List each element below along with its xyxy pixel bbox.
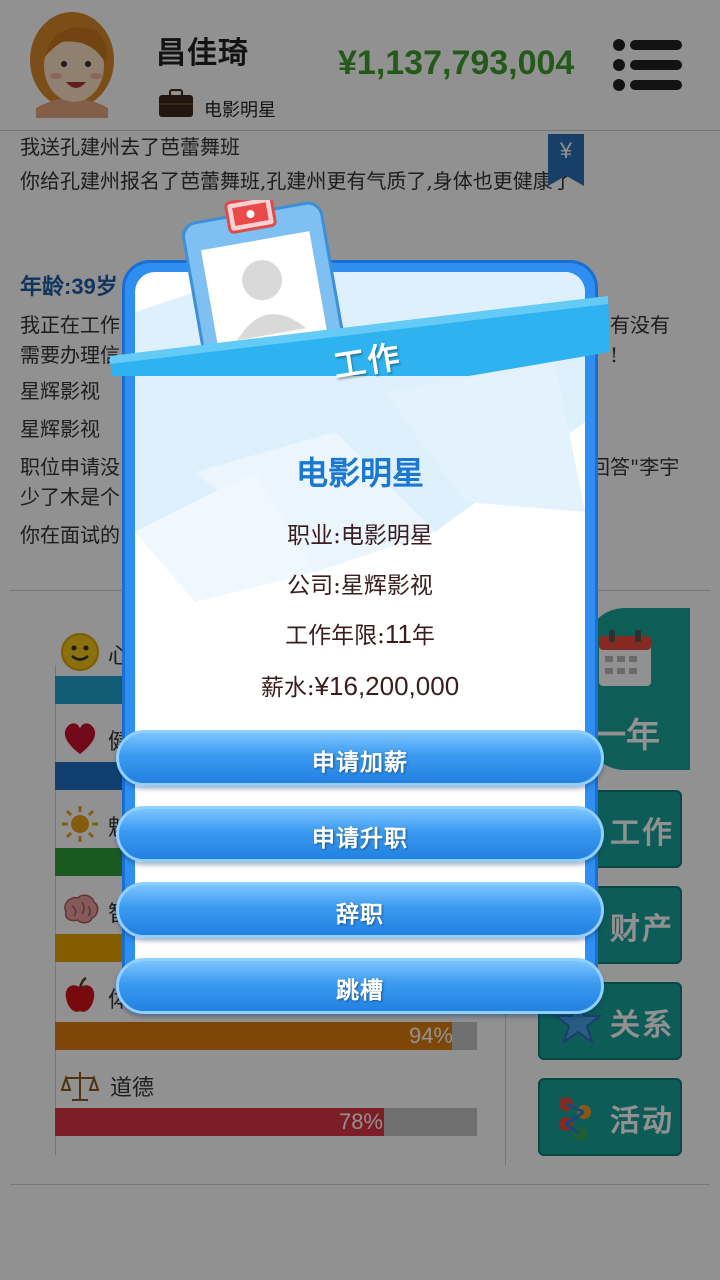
company-label: 公司: xyxy=(287,573,341,599)
job-title: 电影明星 xyxy=(295,454,424,492)
request-raise-label: 申请加薪 xyxy=(312,749,408,776)
request-promotion-label: 申请升职 xyxy=(312,825,408,852)
occupation-line: 职业:电影明星 xyxy=(0,516,720,550)
resign-button[interactable]: 辞职 xyxy=(116,882,604,938)
request-promotion-button[interactable]: 申请升职 xyxy=(116,806,604,862)
occupation-value: 电影明星 xyxy=(340,523,433,549)
request-raise-button[interactable]: 申请加薪 xyxy=(116,730,604,786)
salary-value: ¥16,200,000 xyxy=(314,671,460,701)
occupation-label: 职业: xyxy=(287,523,341,549)
salary-label: 薪水: xyxy=(260,675,315,701)
change-job-button[interactable]: 跳槽 xyxy=(116,958,604,1014)
years-unit: 年 xyxy=(411,623,435,649)
years-value: 11 xyxy=(384,619,412,649)
company-value: 星辉影视 xyxy=(340,573,433,599)
company-line: 公司:星辉影视 xyxy=(0,566,720,600)
change-job-label: 跳槽 xyxy=(336,977,384,1004)
salary-line: 薪水:¥16,200,000 xyxy=(0,668,720,702)
years-line: 工作年限:11年 xyxy=(0,616,720,650)
resign-label: 辞职 xyxy=(336,901,384,928)
years-label: 工作年限: xyxy=(285,623,385,649)
